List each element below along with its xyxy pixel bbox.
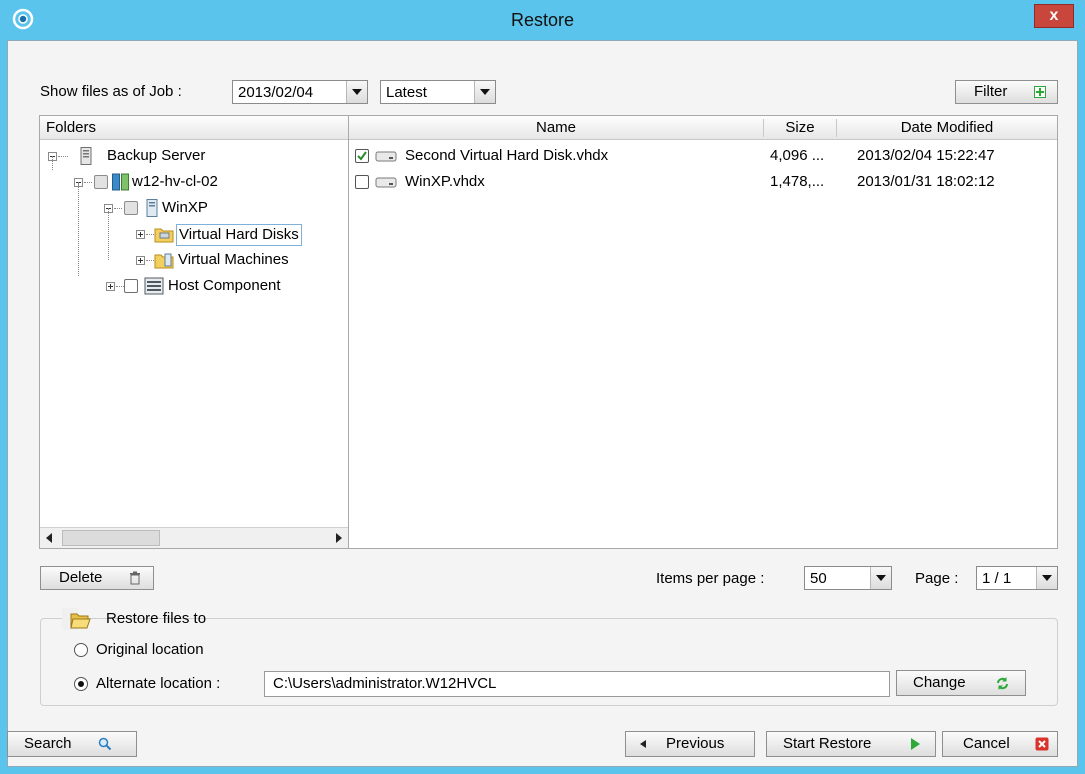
scrollbar-thumb[interactable] [62, 530, 160, 546]
folders-panel: Folders Backup Server w12-hv-cl-02 WinXP… [39, 115, 349, 549]
alternate-path-input[interactable]: C:\Users\administrator.W12HVCL [264, 671, 890, 697]
original-location-radio[interactable] [74, 643, 88, 657]
restore-to-legend: Restore files to [62, 608, 206, 630]
open-folder-icon [70, 613, 91, 629]
chevron-down-icon[interactable] [474, 81, 495, 103]
file-row[interactable]: WinXP.vhdx 1,478,... 2013/01/31 18:02:12 [349, 170, 1057, 194]
file-date: 2013/02/04 15:22:47 [857, 147, 995, 164]
tree-checkbox[interactable] [94, 175, 108, 189]
previous-label: Previous [666, 735, 725, 752]
search-label: Search [24, 735, 72, 752]
cancel-label: Cancel [963, 735, 1010, 752]
job-version-select[interactable]: Latest [380, 80, 496, 104]
show-files-label: Show files as of Job : [40, 83, 182, 100]
alternate-location-option[interactable]: Alternate location : [74, 673, 264, 695]
start-restore-label: Start Restore [783, 735, 872, 752]
job-date-value: 2013/02/04 [238, 84, 314, 101]
job-version-value: Latest [386, 84, 427, 101]
files-panel: Name Size Date Modified Second Virtual H… [349, 115, 1058, 549]
items-per-page-select[interactable]: 50 [804, 566, 892, 590]
tree-item-host[interactable]: w12-hv-cl-02 [40, 156, 348, 194]
file-date: 2013/01/31 18:02:12 [857, 173, 995, 190]
tree-checkbox[interactable] [124, 201, 138, 215]
page-select[interactable]: 1 / 1 [976, 566, 1058, 590]
chevron-down-icon[interactable] [1036, 567, 1057, 589]
tree-item-winxp[interactable]: WinXP [40, 182, 348, 220]
cancel-button[interactable]: Cancel [942, 731, 1058, 757]
server-icon [80, 147, 92, 165]
refresh-icon [997, 677, 1008, 690]
chevron-down-icon[interactable] [870, 567, 891, 589]
column-header-name[interactable]: Name [349, 116, 763, 139]
delete-button[interactable]: Delete [40, 566, 154, 590]
tree-item-label: Host Component [168, 277, 281, 294]
search-button[interactable]: Search [7, 731, 137, 757]
chevron-down-icon[interactable] [346, 81, 367, 103]
host-component-icon [144, 277, 164, 295]
tree-checkbox[interactable] [124, 279, 138, 293]
disk-folder-icon [154, 228, 174, 243]
folders-header: Folders [40, 116, 348, 140]
play-icon [911, 738, 920, 750]
filter-button[interactable]: Filter [955, 80, 1058, 104]
vm-icon [146, 199, 158, 217]
close-button[interactable]: x [1034, 4, 1074, 28]
folders-horizontal-scrollbar[interactable] [40, 527, 348, 548]
file-row[interactable]: Second Virtual Hard Disk.vhdx 4,096 ... … [349, 144, 1057, 168]
job-date-select[interactable]: 2013/02/04 [232, 80, 368, 104]
scroll-right-icon[interactable] [336, 533, 342, 543]
file-size: 1,478,... [770, 173, 825, 190]
change-label: Change [913, 674, 966, 691]
tree-item-virtual-hard-disks[interactable]: Virtual Hard Disks [40, 208, 348, 260]
column-header-size[interactable]: Size [764, 116, 836, 139]
tree-item-label: Backup Server [107, 147, 206, 164]
previous-button[interactable]: Previous [625, 731, 755, 757]
original-location-label: Original location [96, 641, 204, 658]
alternate-location-label: Alternate location : [96, 675, 221, 692]
file-checkbox[interactable] [355, 175, 369, 189]
alternate-location-radio[interactable] [74, 677, 88, 691]
server-cluster-icon [112, 173, 129, 191]
previous-arrow-icon [640, 740, 646, 748]
files-header: Name Size Date Modified [349, 116, 1057, 140]
tree-item-host-component[interactable]: Host Component [40, 184, 348, 298]
expand-icon[interactable] [136, 230, 145, 239]
expand-icon[interactable] [106, 282, 115, 291]
items-per-page-value: 50 [810, 570, 827, 587]
scroll-left-icon[interactable] [46, 533, 52, 543]
add-filter-icon [1034, 86, 1046, 98]
tree-item-label: w12-hv-cl-02 [132, 173, 218, 190]
folders-header-label: Folders [46, 119, 97, 136]
tree-item-label: WinXP [162, 199, 208, 216]
tree-item-virtual-machines[interactable]: Virtual Machines [40, 248, 348, 272]
page-value: 1 / 1 [982, 570, 1012, 587]
file-size: 4,096 ... [770, 147, 825, 164]
expand-icon[interactable] [136, 256, 145, 265]
vm-folder-icon [154, 253, 174, 269]
tree-item-backup-server[interactable]: Backup Server [40, 144, 348, 168]
page-label: Page : [915, 570, 959, 587]
window-title: Restore [510, 10, 575, 30]
tree-item-label: Virtual Hard Disks [176, 224, 302, 246]
search-icon [98, 737, 112, 751]
file-name: Second Virtual Hard Disk.vhdx [405, 147, 609, 164]
disk-icon [375, 177, 397, 188]
checkmark-icon [357, 151, 367, 161]
disk-icon [375, 151, 397, 162]
delete-label: Delete [59, 569, 103, 586]
tree-item-label: Virtual Machines [178, 251, 289, 268]
cancel-icon [1035, 737, 1049, 751]
file-checkbox[interactable] [355, 149, 369, 163]
original-location-option[interactable]: Original location [74, 640, 274, 662]
restore-to-title: Restore files to [106, 610, 207, 627]
filter-label: Filter [974, 83, 1008, 100]
items-per-page-label: Items per page : [656, 570, 765, 587]
start-restore-button[interactable]: Start Restore [766, 731, 936, 757]
title-bar: Restore x [0, 0, 1085, 40]
file-name: WinXP.vhdx [405, 173, 485, 190]
trash-icon [130, 571, 140, 585]
column-header-date[interactable]: Date Modified [837, 116, 1057, 139]
change-button[interactable]: Change [896, 670, 1026, 696]
